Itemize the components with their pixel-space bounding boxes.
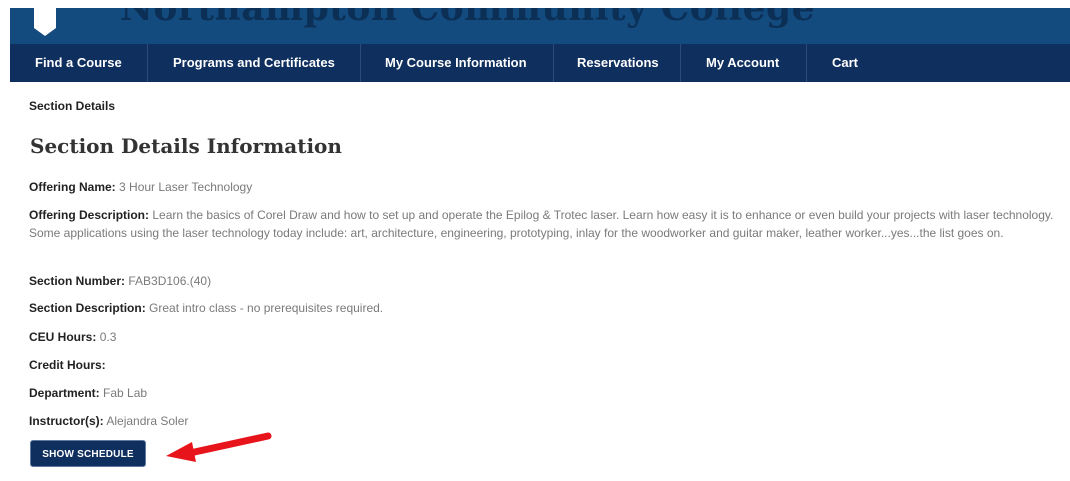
site-banner: Northampton Community College xyxy=(10,8,1070,44)
offering-description-label: Offering Description: xyxy=(29,208,150,222)
section-number-value: FAB3D106.(40) xyxy=(128,274,212,288)
page-title: Section Details Information xyxy=(30,134,342,158)
breadcrumb: Section Details xyxy=(29,99,116,113)
arrow-left-icon xyxy=(166,432,272,462)
top-strip xyxy=(0,0,1070,8)
offering-name-label: Offering Name: xyxy=(29,180,116,194)
nav-item-my-course-information[interactable]: My Course Information xyxy=(361,44,554,82)
offering-description-value: Learn the basics of Corel Draw and how t… xyxy=(29,208,1054,240)
instructors-value: Alejandra Soler xyxy=(106,414,189,428)
ceu-hours-label: CEU Hours: xyxy=(29,330,97,344)
ceu-hours-row: CEU Hours: 0.3 xyxy=(29,328,1059,346)
nav-item-programs-and-certificates[interactable]: Programs and Certificates xyxy=(148,44,361,82)
instructors-label: Instructor(s): xyxy=(29,414,104,428)
site-title: Northampton Community College xyxy=(120,8,816,29)
nav-item-my-account[interactable]: My Account xyxy=(681,44,807,82)
show-schedule-button[interactable]: SHOW SCHEDULE xyxy=(30,440,146,467)
section-number-label: Section Number: xyxy=(29,274,126,288)
department-value: Fab Lab xyxy=(103,386,148,400)
department-row: Department: Fab Lab xyxy=(29,384,1059,402)
credit-hours-label: Credit Hours: xyxy=(29,358,106,372)
department-label: Department: xyxy=(29,386,100,400)
section-description-label: Section Description: xyxy=(29,301,146,315)
offering-description-row: Offering Description: Learn the basics o… xyxy=(29,206,1059,242)
offering-name-value: 3 Hour Laser Technology xyxy=(119,180,253,194)
ceu-hours-value: 0.3 xyxy=(99,330,117,344)
section-description-row: Section Description: Great intro class -… xyxy=(29,299,1059,317)
section-description-value: Great intro class - no prerequisites req… xyxy=(149,301,384,315)
credit-hours-row: Credit Hours: xyxy=(29,356,1059,374)
nav-item-reservations[interactable]: Reservations xyxy=(554,44,681,82)
offering-name-row: Offering Name: 3 Hour Laser Technology xyxy=(29,178,1059,196)
nav-item-cart[interactable]: Cart xyxy=(807,44,907,82)
college-logo-icon xyxy=(34,8,56,36)
section-number-row: Section Number: FAB3D106.(40) xyxy=(29,272,1059,290)
nav-item-find-a-course[interactable]: Find a Course xyxy=(10,44,148,82)
main-nav: Find a Course Programs and Certificates … xyxy=(10,44,1070,82)
